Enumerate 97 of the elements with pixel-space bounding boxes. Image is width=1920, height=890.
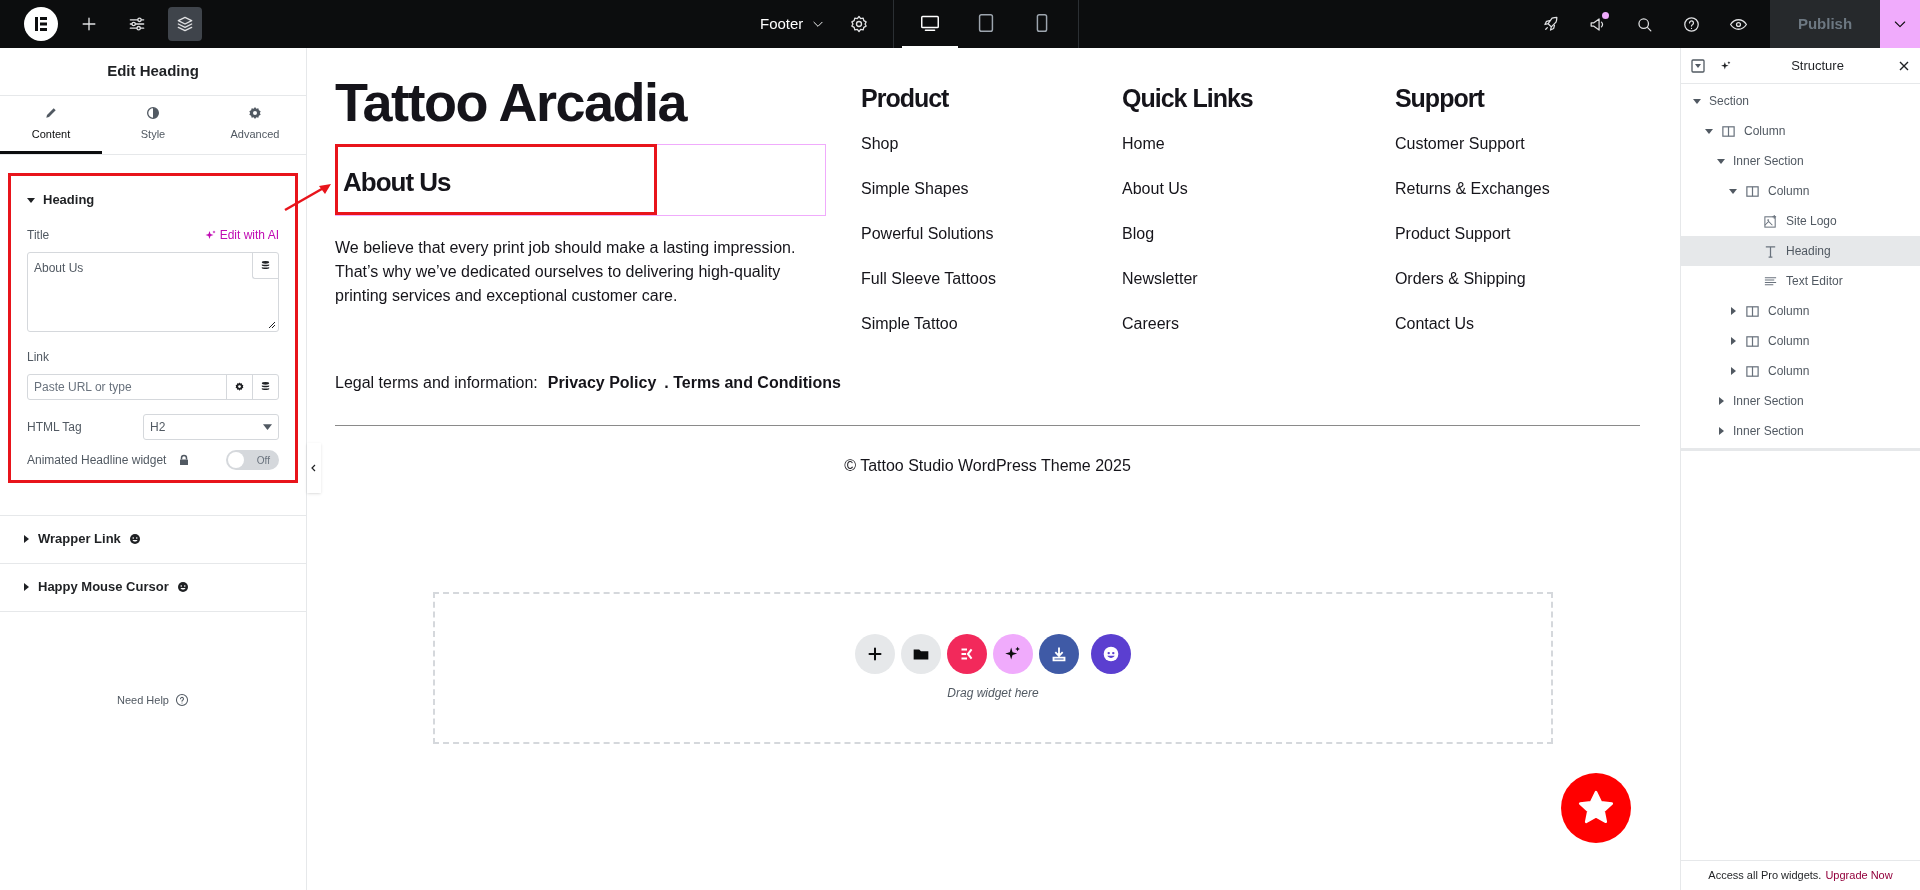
link-input[interactable]: Paste URL or type — [28, 374, 226, 399]
html-tag-select[interactable]: H2 — [143, 413, 279, 440]
chevron-left-icon — [310, 464, 318, 472]
settings-icon — [234, 381, 245, 392]
tree-item[interactable]: Site Logo — [1681, 206, 1920, 236]
footer-link[interactable]: Simple Tattoo — [861, 311, 1123, 335]
field-label: Animated Headline widget — [27, 451, 167, 469]
tree-item[interactable]: Column — [1681, 176, 1920, 206]
tree-item[interactable]: Section — [1681, 86, 1920, 116]
caret-right-icon — [22, 583, 30, 591]
caret-down-icon — [263, 422, 272, 431]
footer-link[interactable]: Simple Shapes — [861, 176, 1123, 200]
layers-icon — [175, 14, 195, 34]
elementskit-button[interactable] — [947, 633, 987, 674]
column-heading: Support — [1394, 83, 1486, 114]
sparkle-icon — [204, 228, 217, 241]
image-icon — [1763, 213, 1778, 229]
column-heading: Quick Links — [1122, 83, 1254, 114]
promo-text: Access all Pro widgets. — [1708, 868, 1822, 884]
site-logo-text: Tattoo Arcadia — [335, 72, 687, 132]
footer-link[interactable]: Orders & Shipping — [1394, 266, 1652, 290]
panel-tab[interactable]: Style — [102, 96, 204, 154]
field-label: Link — [27, 348, 50, 366]
smiley-icon — [176, 581, 189, 593]
section-header[interactable]: Happy Mouse Cursor — [22, 577, 189, 597]
legal-link[interactable]: . Terms and Conditions — [664, 370, 841, 395]
legal-label: Legal terms and information: — [335, 372, 538, 393]
panel-title: Edit Heading — [107, 61, 199, 82]
footer-link[interactable]: Shop — [861, 131, 1123, 155]
need-help-link[interactable]: Need Help — [117, 691, 189, 708]
tree-item[interactable]: Column — [1681, 356, 1920, 386]
title-textarea[interactable]: About Us — [27, 251, 279, 332]
heading-icon — [1763, 243, 1778, 259]
panel-title: Structure — [1790, 56, 1845, 75]
database-icon — [260, 259, 271, 271]
caret-down-icon — [27, 195, 35, 204]
ai-button[interactable] — [993, 633, 1033, 674]
tree-item[interactable]: Inner Section — [1681, 416, 1920, 446]
rocket-icon — [1541, 14, 1560, 34]
add-widget-button[interactable] — [855, 633, 895, 674]
toggle-switch[interactable]: Off — [226, 449, 279, 470]
panel-tab[interactable]: Advanced — [204, 96, 306, 154]
help-icon — [175, 692, 189, 707]
tree-item[interactable]: Column — [1681, 296, 1920, 326]
column-icon — [1745, 363, 1760, 379]
happy-addons-button[interactable] — [1091, 633, 1131, 674]
section-header[interactable]: Heading — [27, 190, 95, 210]
upgrade-link[interactable]: Upgrade Now — [1825, 867, 1893, 884]
drop-hint: Drag widget here — [947, 684, 1039, 702]
resize-handle-icon — [268, 320, 276, 329]
footer-link[interactable]: Newsletter — [1122, 266, 1395, 290]
footer-link[interactable]: Blog — [1122, 221, 1395, 245]
tree-item[interactable]: Inner Section — [1681, 146, 1920, 176]
help-icon — [1682, 14, 1701, 34]
field-label: Title — [27, 226, 50, 244]
column-heading: Product — [861, 83, 950, 114]
tree-item[interactable]: Column — [1681, 326, 1920, 356]
document-title-button[interactable]: Footer — [760, 12, 840, 36]
template-library-button[interactable] — [901, 633, 941, 674]
tree-item[interactable]: Text Editor — [1681, 266, 1920, 296]
tree-item[interactable]: Inner Section — [1681, 386, 1920, 416]
footer-link[interactable]: Careers — [1122, 311, 1395, 335]
footer-link[interactable]: Powerful Solutions — [861, 221, 1123, 245]
import-button[interactable] — [1039, 633, 1079, 674]
caret-right-icon — [22, 535, 30, 543]
settings-icon — [849, 14, 870, 34]
about-heading: About Us — [343, 166, 451, 199]
column-icon — [1721, 123, 1736, 139]
edit-with-ai-link[interactable]: Edit with AI — [204, 225, 279, 244]
footer-link[interactable]: About Us — [1122, 176, 1395, 200]
tree-item[interactable]: Heading — [1681, 236, 1920, 266]
logo-icon[interactable] — [24, 7, 58, 41]
field-label: HTML Tag — [27, 418, 82, 436]
smiley-icon — [128, 533, 141, 545]
link-field[interactable]: Paste URL or type — [27, 373, 279, 400]
footer-link[interactable]: Full Sleeve Tattoos — [861, 266, 1123, 290]
about-text: We believe that every print job should make a lasting impression. That’s why we’ve dedicated ourselves to delivering high-quality printing services and exceptional customer care. — [335, 238, 797, 306]
close-icon[interactable] — [1898, 59, 1910, 72]
dynamic-tags-button[interactable] — [252, 252, 278, 279]
panel-tab[interactable]: Content — [0, 96, 102, 154]
copyright-text: © Tattoo Studio WordPress Theme 2025 — [844, 455, 1131, 476]
footer-link[interactable]: Returns & Exchanges — [1394, 176, 1652, 200]
column-icon — [1745, 303, 1760, 319]
contrast-icon — [145, 104, 161, 121]
footer-link[interactable]: Home — [1122, 131, 1395, 155]
footer-link[interactable]: Contact Us — [1394, 311, 1652, 335]
collapse-all-icon[interactable] — [1691, 58, 1705, 73]
footer-link[interactable]: Product Support — [1394, 221, 1652, 245]
section-header[interactable]: Wrapper Link — [22, 529, 141, 549]
tree-item[interactable]: Column — [1681, 116, 1920, 146]
footer-link[interactable]: Customer Support — [1394, 131, 1652, 155]
column-icon — [1745, 183, 1760, 199]
layers-icon-button[interactable] — [168, 7, 202, 41]
lock-icon — [178, 453, 191, 466]
database-icon — [260, 381, 271, 392]
column-icon — [1745, 333, 1760, 349]
legal-link[interactable]: Privacy Policy — [547, 370, 657, 395]
